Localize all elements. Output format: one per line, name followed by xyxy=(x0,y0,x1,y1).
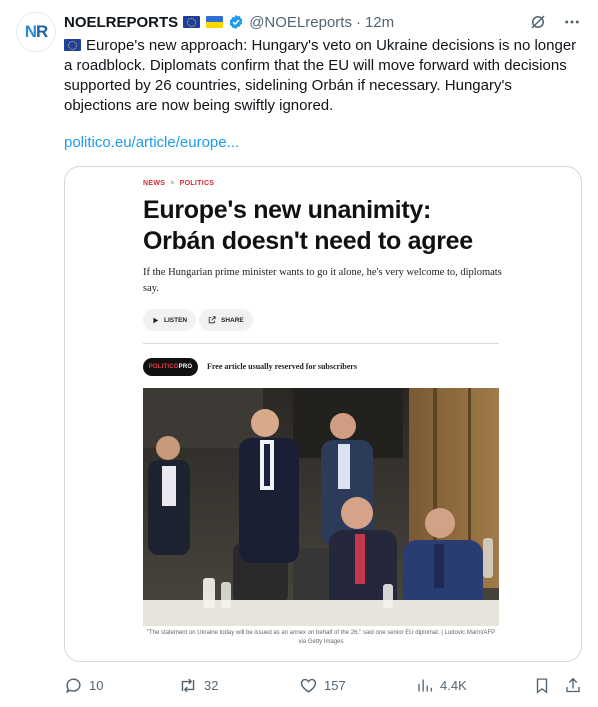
breadcrumb: NEWS > POLITICS xyxy=(143,180,214,187)
heart-icon xyxy=(300,678,317,693)
politico-wordmark: POLITICO xyxy=(148,364,179,370)
crumb-politics: POLITICS xyxy=(179,180,215,187)
eu-flag-icon xyxy=(183,16,201,28)
listen-button: LISTEN xyxy=(143,309,197,331)
photo-caption: "The statement on Ukraine today will be … xyxy=(146,630,496,645)
share-button: SHARE xyxy=(199,309,253,331)
user-handle[interactable]: @NOELreports xyxy=(249,14,352,31)
like-count: 157 xyxy=(324,677,346,693)
share-tweet-button[interactable] xyxy=(564,675,582,695)
tweet-top-actions xyxy=(528,12,582,32)
tweet-header: NOELREPORTS @NOELreports · 12m xyxy=(64,12,584,32)
article-link[interactable]: politico.eu/article/europe... xyxy=(64,134,239,151)
repost-button[interactable]: 32 xyxy=(178,675,218,695)
repost-count: 32 xyxy=(204,677,219,693)
reply-button[interactable]: 10 xyxy=(64,675,103,695)
share-icon xyxy=(566,677,580,692)
tweet-text: Europe's new approach: Hungary's veto on… xyxy=(64,36,582,116)
article-photo xyxy=(143,388,499,626)
crumb-separator: > xyxy=(170,180,175,187)
tweet-actions: 10 32 157 4.4K xyxy=(64,675,584,695)
avatar-letter-r: R xyxy=(36,22,48,41)
free-article-note: Free article usually reserved for subscr… xyxy=(207,362,357,371)
article-headline: Europe's new unanimity: Orbán doesn't ne… xyxy=(143,196,473,255)
bookmark-button[interactable] xyxy=(533,675,551,695)
tweet-body: Europe's new approach: Hungary's veto on… xyxy=(64,37,577,114)
eu-flag-icon xyxy=(64,39,81,51)
link-preview-card[interactable]: NEWS > POLITICS Europe's new unanimity: … xyxy=(64,166,582,662)
avatar[interactable]: NR xyxy=(16,12,56,52)
like-button[interactable]: 157 xyxy=(299,675,346,695)
verified-badge-icon xyxy=(228,14,244,30)
tweet[interactable]: NR NOELREPORTS @NOELreports · 12m Europe… xyxy=(0,0,598,707)
more-icon[interactable] xyxy=(562,12,582,32)
bookmark-icon xyxy=(536,677,548,694)
article-subhead: If the Hungarian prime minister wants to… xyxy=(143,267,502,294)
pro-wordmark: PRO xyxy=(178,364,193,370)
photo-illustration xyxy=(143,388,499,626)
share-label: SHARE xyxy=(221,316,244,324)
reply-count: 10 xyxy=(89,677,104,693)
crumb-news: NEWS xyxy=(143,180,166,187)
display-name[interactable]: NOELREPORTS xyxy=(64,14,178,31)
views-chart-icon xyxy=(418,679,433,691)
grok-icon[interactable] xyxy=(528,12,548,32)
external-share-icon xyxy=(208,316,216,324)
listen-label: LISTEN xyxy=(164,316,188,324)
separator-dot: · xyxy=(355,13,361,31)
timestamp[interactable]: 12m xyxy=(365,14,394,31)
ukraine-flag-icon xyxy=(206,16,224,28)
divider xyxy=(143,343,499,344)
view-count: 4.4K xyxy=(440,677,467,693)
views-button[interactable]: 4.4K xyxy=(416,675,467,695)
politico-pro-badge: POLITICO PRO xyxy=(143,358,198,376)
avatar-letter-n: N xyxy=(24,22,37,41)
repost-icon xyxy=(181,678,195,692)
play-icon xyxy=(153,317,159,323)
reply-icon xyxy=(65,677,81,693)
